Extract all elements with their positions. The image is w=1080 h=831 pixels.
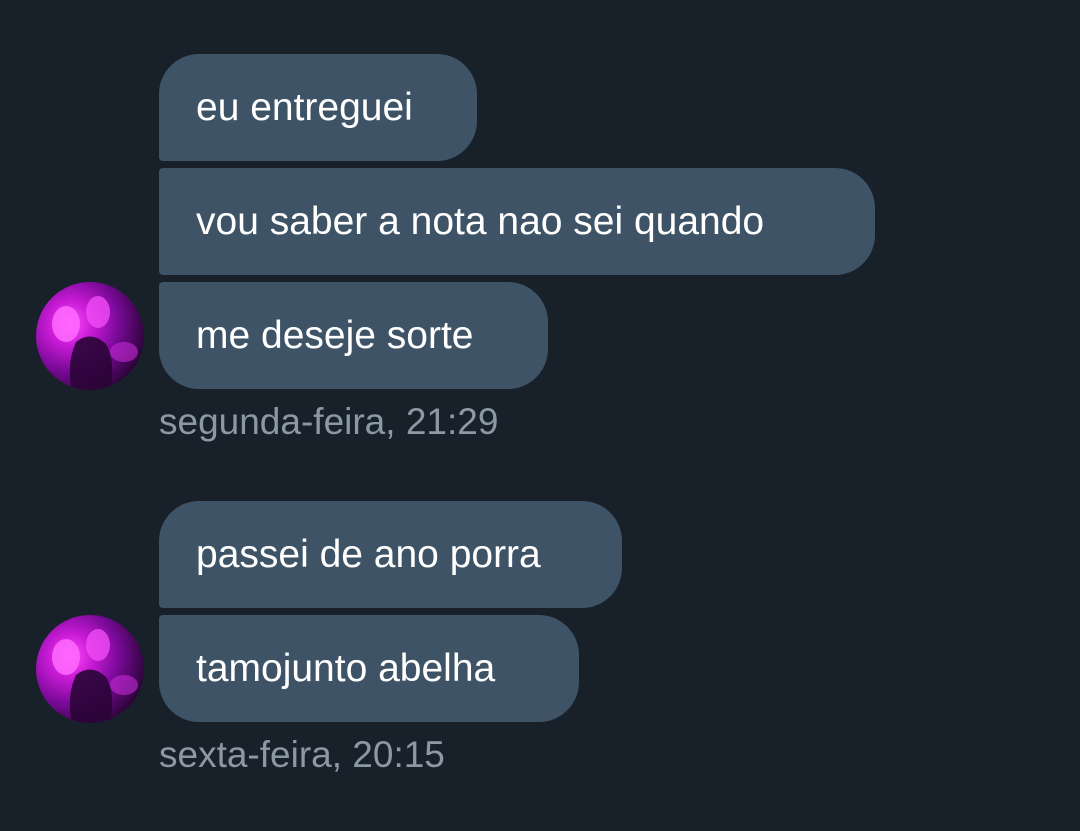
- message-bubble[interactable]: me deseje sorte: [159, 282, 548, 389]
- message-timestamp: segunda-feira, 21:29: [159, 401, 499, 442]
- message-bubble[interactable]: eu entreguei: [159, 54, 477, 161]
- sender-avatar[interactable]: [36, 615, 144, 723]
- message-bubble[interactable]: vou saber a nota nao sei quando: [159, 168, 875, 275]
- dm-conversation: eu entreguei vou saber a nota nao sei qu…: [0, 0, 1080, 831]
- message-timestamp: sexta-feira, 20:15: [159, 734, 445, 775]
- message-bubble[interactable]: passei de ano porra: [159, 501, 622, 608]
- sender-avatar[interactable]: [36, 282, 144, 390]
- message-bubble[interactable]: tamojunto abelha: [159, 615, 579, 722]
- avatar-image: [52, 296, 138, 390]
- avatar-image: [52, 629, 138, 723]
